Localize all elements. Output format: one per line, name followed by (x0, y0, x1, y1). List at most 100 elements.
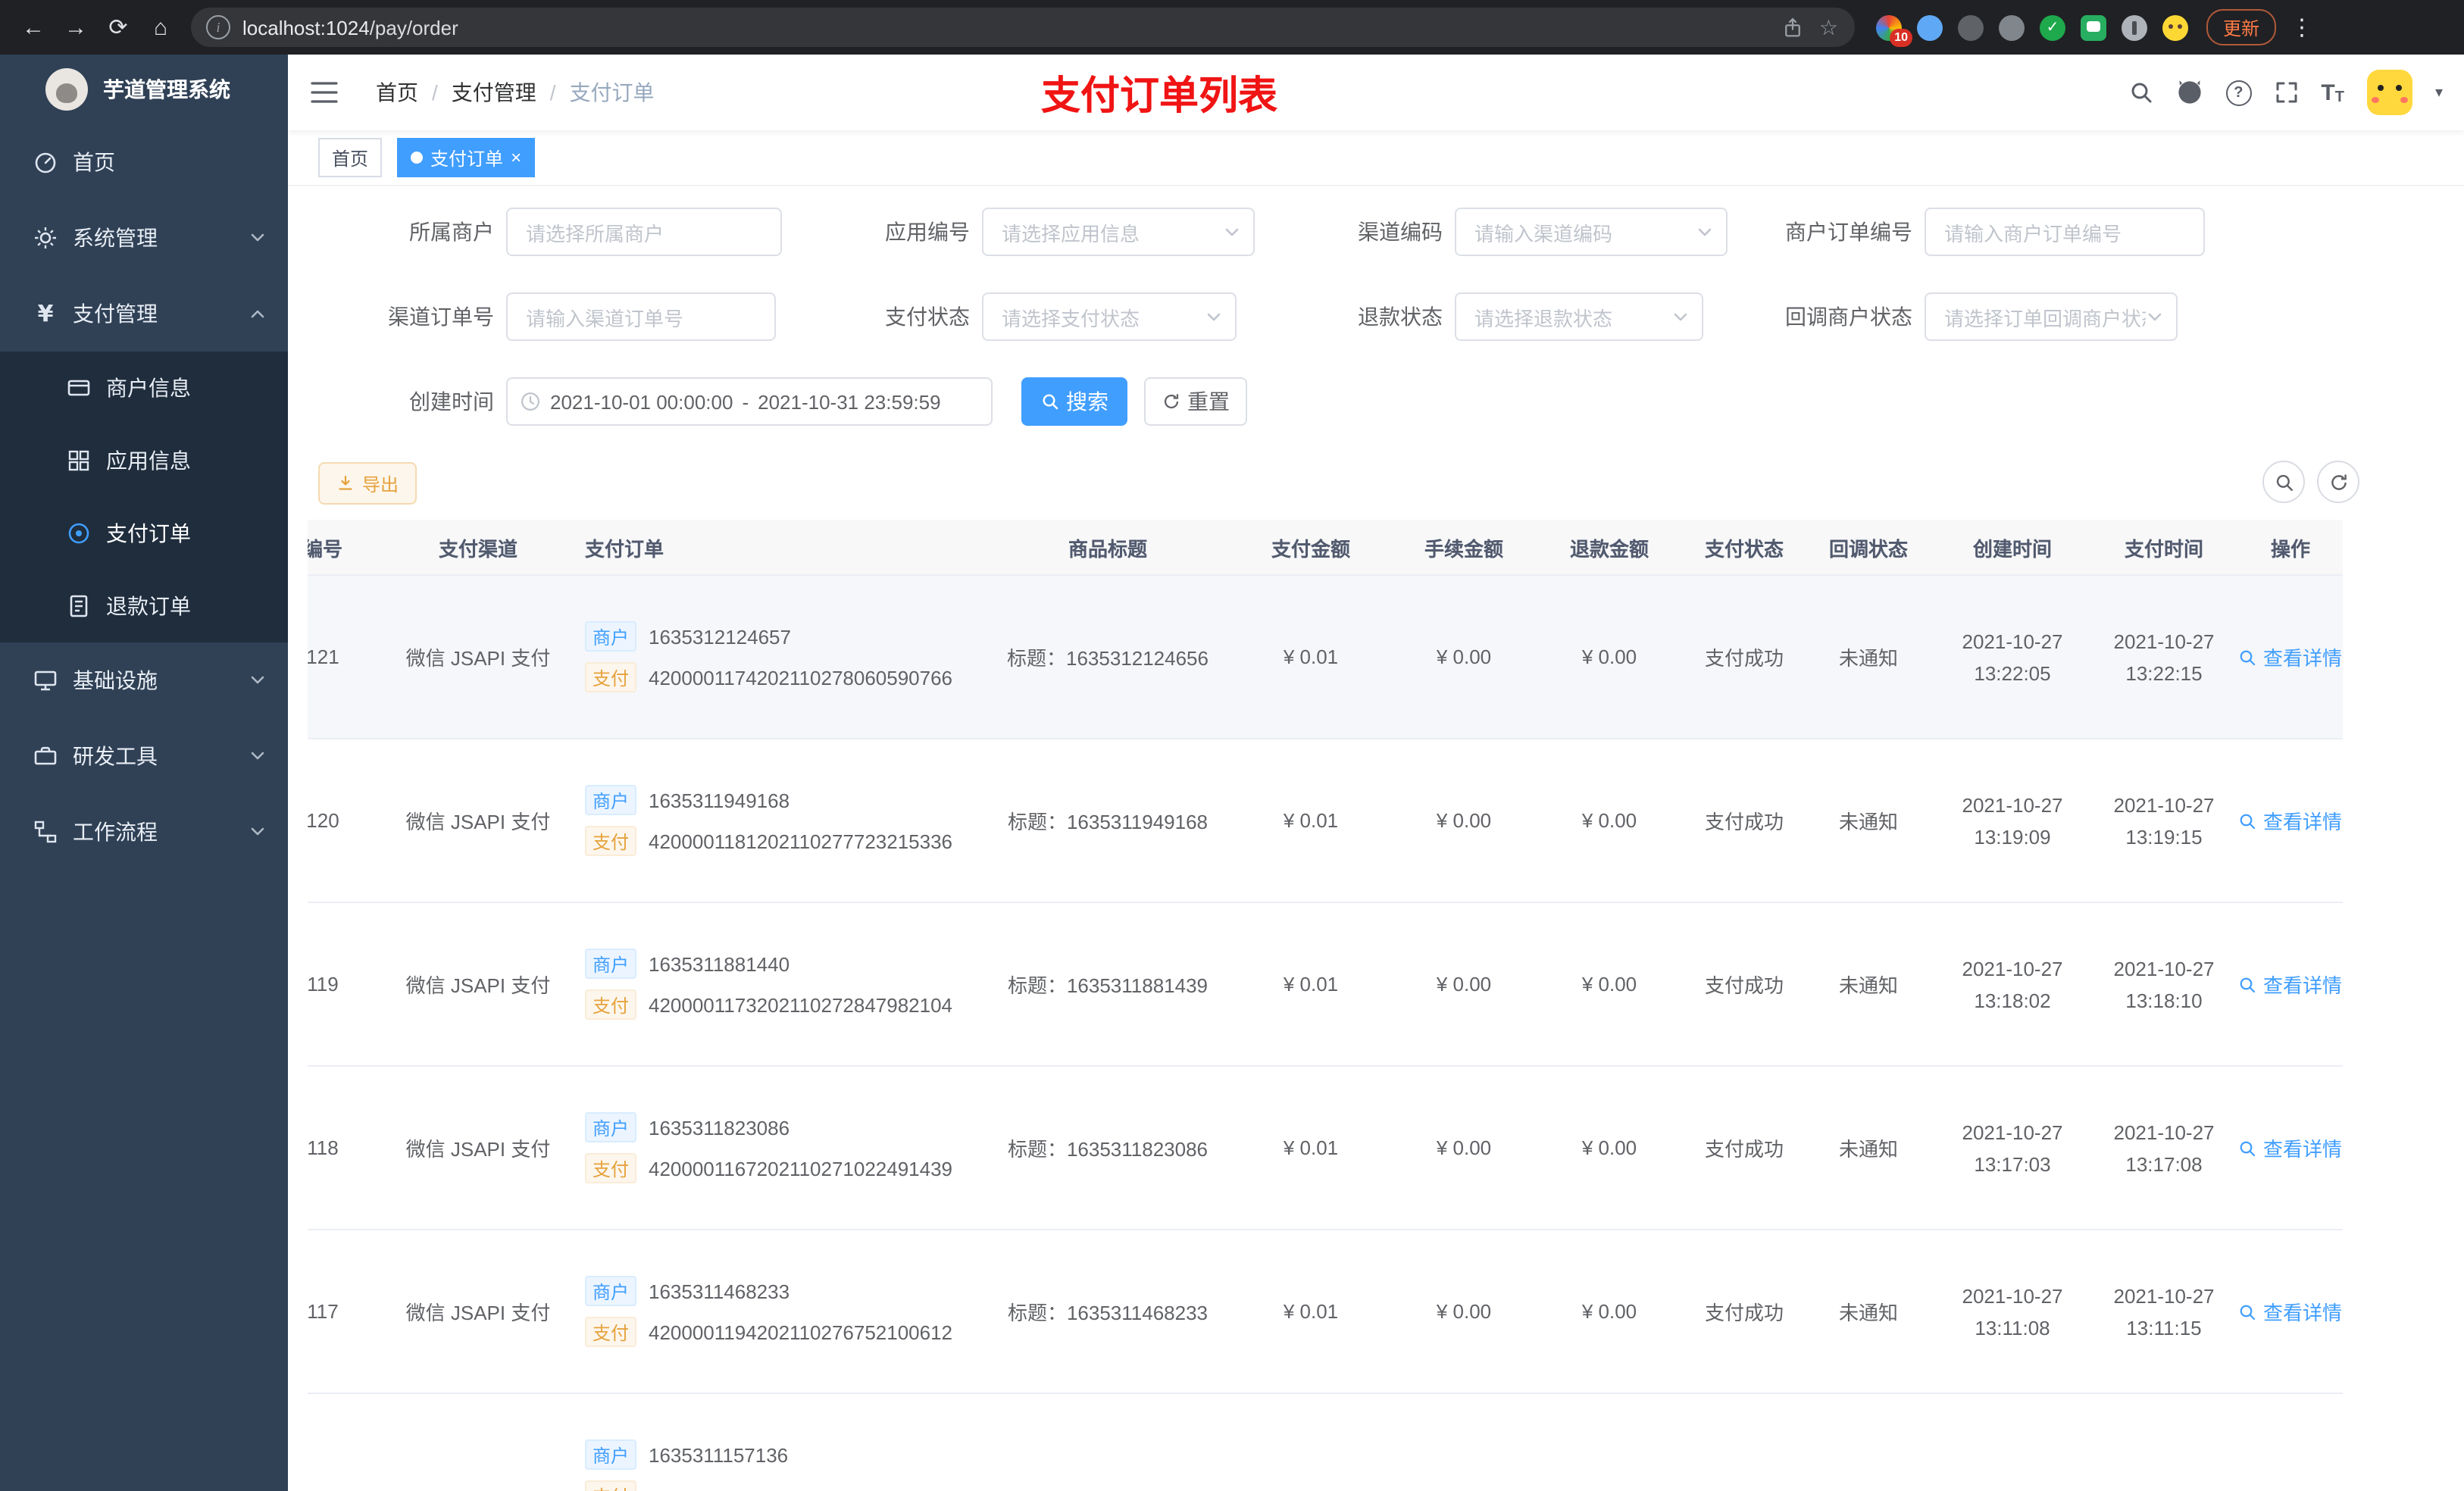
refund-status-select[interactable]: 请选择退款状态 (1455, 292, 1703, 341)
extension-icon-3[interactable] (1958, 14, 1984, 40)
view-detail-link[interactable]: 查看详情 (2234, 970, 2343, 999)
help-icon[interactable]: ? (2225, 80, 2252, 105)
app-logo[interactable]: 芋道管理系统 (0, 55, 288, 124)
tab-home[interactable]: 首页 (318, 138, 383, 177)
merchant-order-no: 1635311468233 (649, 1280, 790, 1302)
share-icon[interactable] (1783, 17, 1804, 38)
fullscreen-icon[interactable] (2274, 80, 2298, 105)
extension-icon-4[interactable] (1999, 14, 2025, 40)
yen-icon: ¥ (37, 300, 54, 327)
sidebar-item-dev-tools[interactable]: 研发工具 (0, 718, 288, 794)
sidebar-item-workflow[interactable]: 工作流程 (0, 794, 288, 870)
cell-pay-order: 商户 1635311157136 支付 (573, 1429, 985, 1491)
breadcrumb-payment[interactable]: 支付管理 (452, 77, 536, 108)
channel-order-no-input[interactable]: 请输入渠道订单号 (506, 292, 776, 341)
col-title: 商品标题 (1068, 537, 1147, 560)
cell-id: 117 (308, 1300, 339, 1323)
bookmark-star-icon[interactable]: ☆ (1819, 14, 1838, 40)
close-tab-icon[interactable]: × (511, 148, 521, 167)
extension-icon-1[interactable]: 10 (1876, 14, 1912, 46)
placeholder-text: 请选择订单回调商户状态 (1944, 307, 2146, 330)
sidebar-item-system[interactable]: 系统管理 (0, 200, 288, 276)
extension-icon-5[interactable]: ✓ (2040, 14, 2065, 40)
cell-status: 支付成功 (1704, 974, 1784, 997)
table-row[interactable]: 120 微信 JSAPI 支付 商户 1635311949168 支付 420000… (308, 739, 2343, 903)
back-icon[interactable]: ← (12, 6, 55, 48)
view-detail-link[interactable]: 查看详情 (2234, 1133, 2343, 1162)
user-menu-caret-icon[interactable]: ▾ (2435, 84, 2443, 101)
smiley-extension-icon[interactable] (2162, 14, 2188, 40)
search-button[interactable]: 搜索 (1021, 377, 1127, 426)
table-row[interactable]: 119 微信 JSAPI 支付 商户 1635311881440 支付 420000… (308, 903, 2343, 1067)
export-button[interactable]: 导出 (318, 462, 417, 505)
cell-amount: ¥ 0.01 (1283, 645, 1339, 668)
table-row[interactable]: 商户 1635311157136 支付 (308, 1394, 2343, 1491)
bank-card-icon (67, 376, 91, 400)
workflow-icon (33, 820, 58, 844)
sidebar-item-payment[interactable]: ¥ 支付管理 (0, 276, 288, 352)
page-title: 支付订单列表 (1040, 72, 1278, 117)
sidebar-item-merchant-info[interactable]: 商户信息 (0, 352, 288, 424)
date-range-separator: - (742, 390, 749, 413)
breadcrumb-home[interactable]: 首页 (376, 77, 418, 108)
forward-icon[interactable]: → (55, 6, 97, 48)
sidebar: 芋道管理系统 首页 系统管理 ¥ 支付管理 商户信息 应用信息 支付订单 退款订… (0, 55, 288, 1491)
create-time-range-picker[interactable]: 2021-10-01 00:00:00 - 2021-10-31 23:59:5… (506, 377, 993, 426)
tab-pay-order[interactable]: 支付订单 × (397, 138, 536, 177)
table-row[interactable]: 118 微信 JSAPI 支付 商户 1635311823086 支付 420000… (308, 1067, 2343, 1230)
view-detail-label: 查看详情 (2262, 1138, 2342, 1161)
view-detail-link[interactable]: 查看详情 (2234, 806, 2343, 835)
merchant-tag: 商户 (585, 1112, 636, 1142)
font-size-icon[interactable]: TT (2321, 80, 2344, 105)
merchant-order-no-input[interactable]: 请输入商户订单编号 (1925, 208, 2205, 256)
app-select[interactable]: 请选择应用信息 (982, 208, 1255, 256)
filter-label-app-id: 应用编号 (885, 220, 970, 244)
search-button-label: 搜索 (1066, 389, 1108, 414)
col-id: 编号 (308, 537, 342, 560)
user-avatar[interactable] (2366, 70, 2412, 115)
table-row[interactable]: 117 微信 JSAPI 支付 商户 1635311468233 支付 420000… (308, 1230, 2343, 1394)
chevron-down-icon (1205, 308, 1223, 326)
pay-order-no: 4200001181202110277723215336 (649, 830, 953, 852)
pay-status-select[interactable]: 请选择支付状态 (982, 292, 1237, 341)
home-icon[interactable]: ⌂ (139, 6, 182, 48)
site-info-icon[interactable]: i (206, 15, 230, 39)
breadcrumb-separator: / (432, 80, 438, 105)
view-detail-link[interactable]: 查看详情 (2234, 1297, 2343, 1326)
search-icon[interactable] (2128, 80, 2153, 105)
collapse-sidebar-icon[interactable] (311, 80, 338, 105)
cell-fee: ¥ 0.00 (1436, 1136, 1492, 1159)
sidebar-item-infrastructure[interactable]: 基础设施 (0, 642, 288, 718)
table-row[interactable]: 121 微信 JSAPI 支付 商户 1635312124657 支付 420000… (308, 576, 2343, 739)
sidebar-item-refund-order[interactable]: 退款订单 (0, 570, 288, 642)
browser-update-button[interactable]: 更新 (2206, 9, 2277, 45)
cell-title: 标题：1635311823086 (1007, 1138, 1209, 1161)
refresh-table-button[interactable] (2317, 461, 2359, 503)
filter-label-notify-status: 回调商户状态 (1785, 305, 1912, 329)
github-icon[interactable] (2175, 79, 2203, 106)
channel-code-select[interactable]: 请输入渠道编码 (1455, 208, 1728, 256)
reload-icon[interactable]: ⟳ (97, 6, 139, 48)
address-bar[interactable]: i localhost:1024/pay/order ☆ (191, 8, 1855, 47)
sidebar-item-home[interactable]: 首页 (0, 124, 288, 200)
notify-status-select[interactable]: 请选择订单回调商户状态 (1925, 292, 2178, 341)
extension-icon-6[interactable] (2081, 14, 2106, 40)
extension-icon-2[interactable] (1917, 14, 1943, 40)
chevron-down-icon (249, 671, 267, 689)
cell-id: 121 (308, 645, 339, 668)
sidebar-item-pay-order[interactable]: 支付订单 (0, 497, 288, 570)
merchant-select[interactable]: 请选择所属商户 (506, 208, 782, 256)
pin-icon[interactable] (2122, 14, 2147, 40)
reset-button[interactable]: 重置 (1144, 377, 1247, 426)
chevron-down-icon (2146, 308, 2164, 326)
chevron-down-icon (1696, 223, 1714, 241)
cell-channel: 微信 JSAPI 支付 (405, 1138, 551, 1161)
browser-menu-icon[interactable]: ⋮ (2288, 14, 2315, 41)
cell-notify: 未通知 (1838, 1302, 1898, 1324)
cell-channel: 微信 JSAPI 支付 (405, 811, 551, 833)
view-detail-link[interactable]: 查看详情 (2234, 642, 2343, 671)
cell-fee: ¥ 0.00 (1436, 1300, 1492, 1323)
cell-pay-time: 2021-10-27 13:11:15 (2113, 1284, 2215, 1339)
sidebar-item-app-info[interactable]: 应用信息 (0, 424, 288, 497)
toggle-search-button[interactable] (2262, 461, 2305, 503)
